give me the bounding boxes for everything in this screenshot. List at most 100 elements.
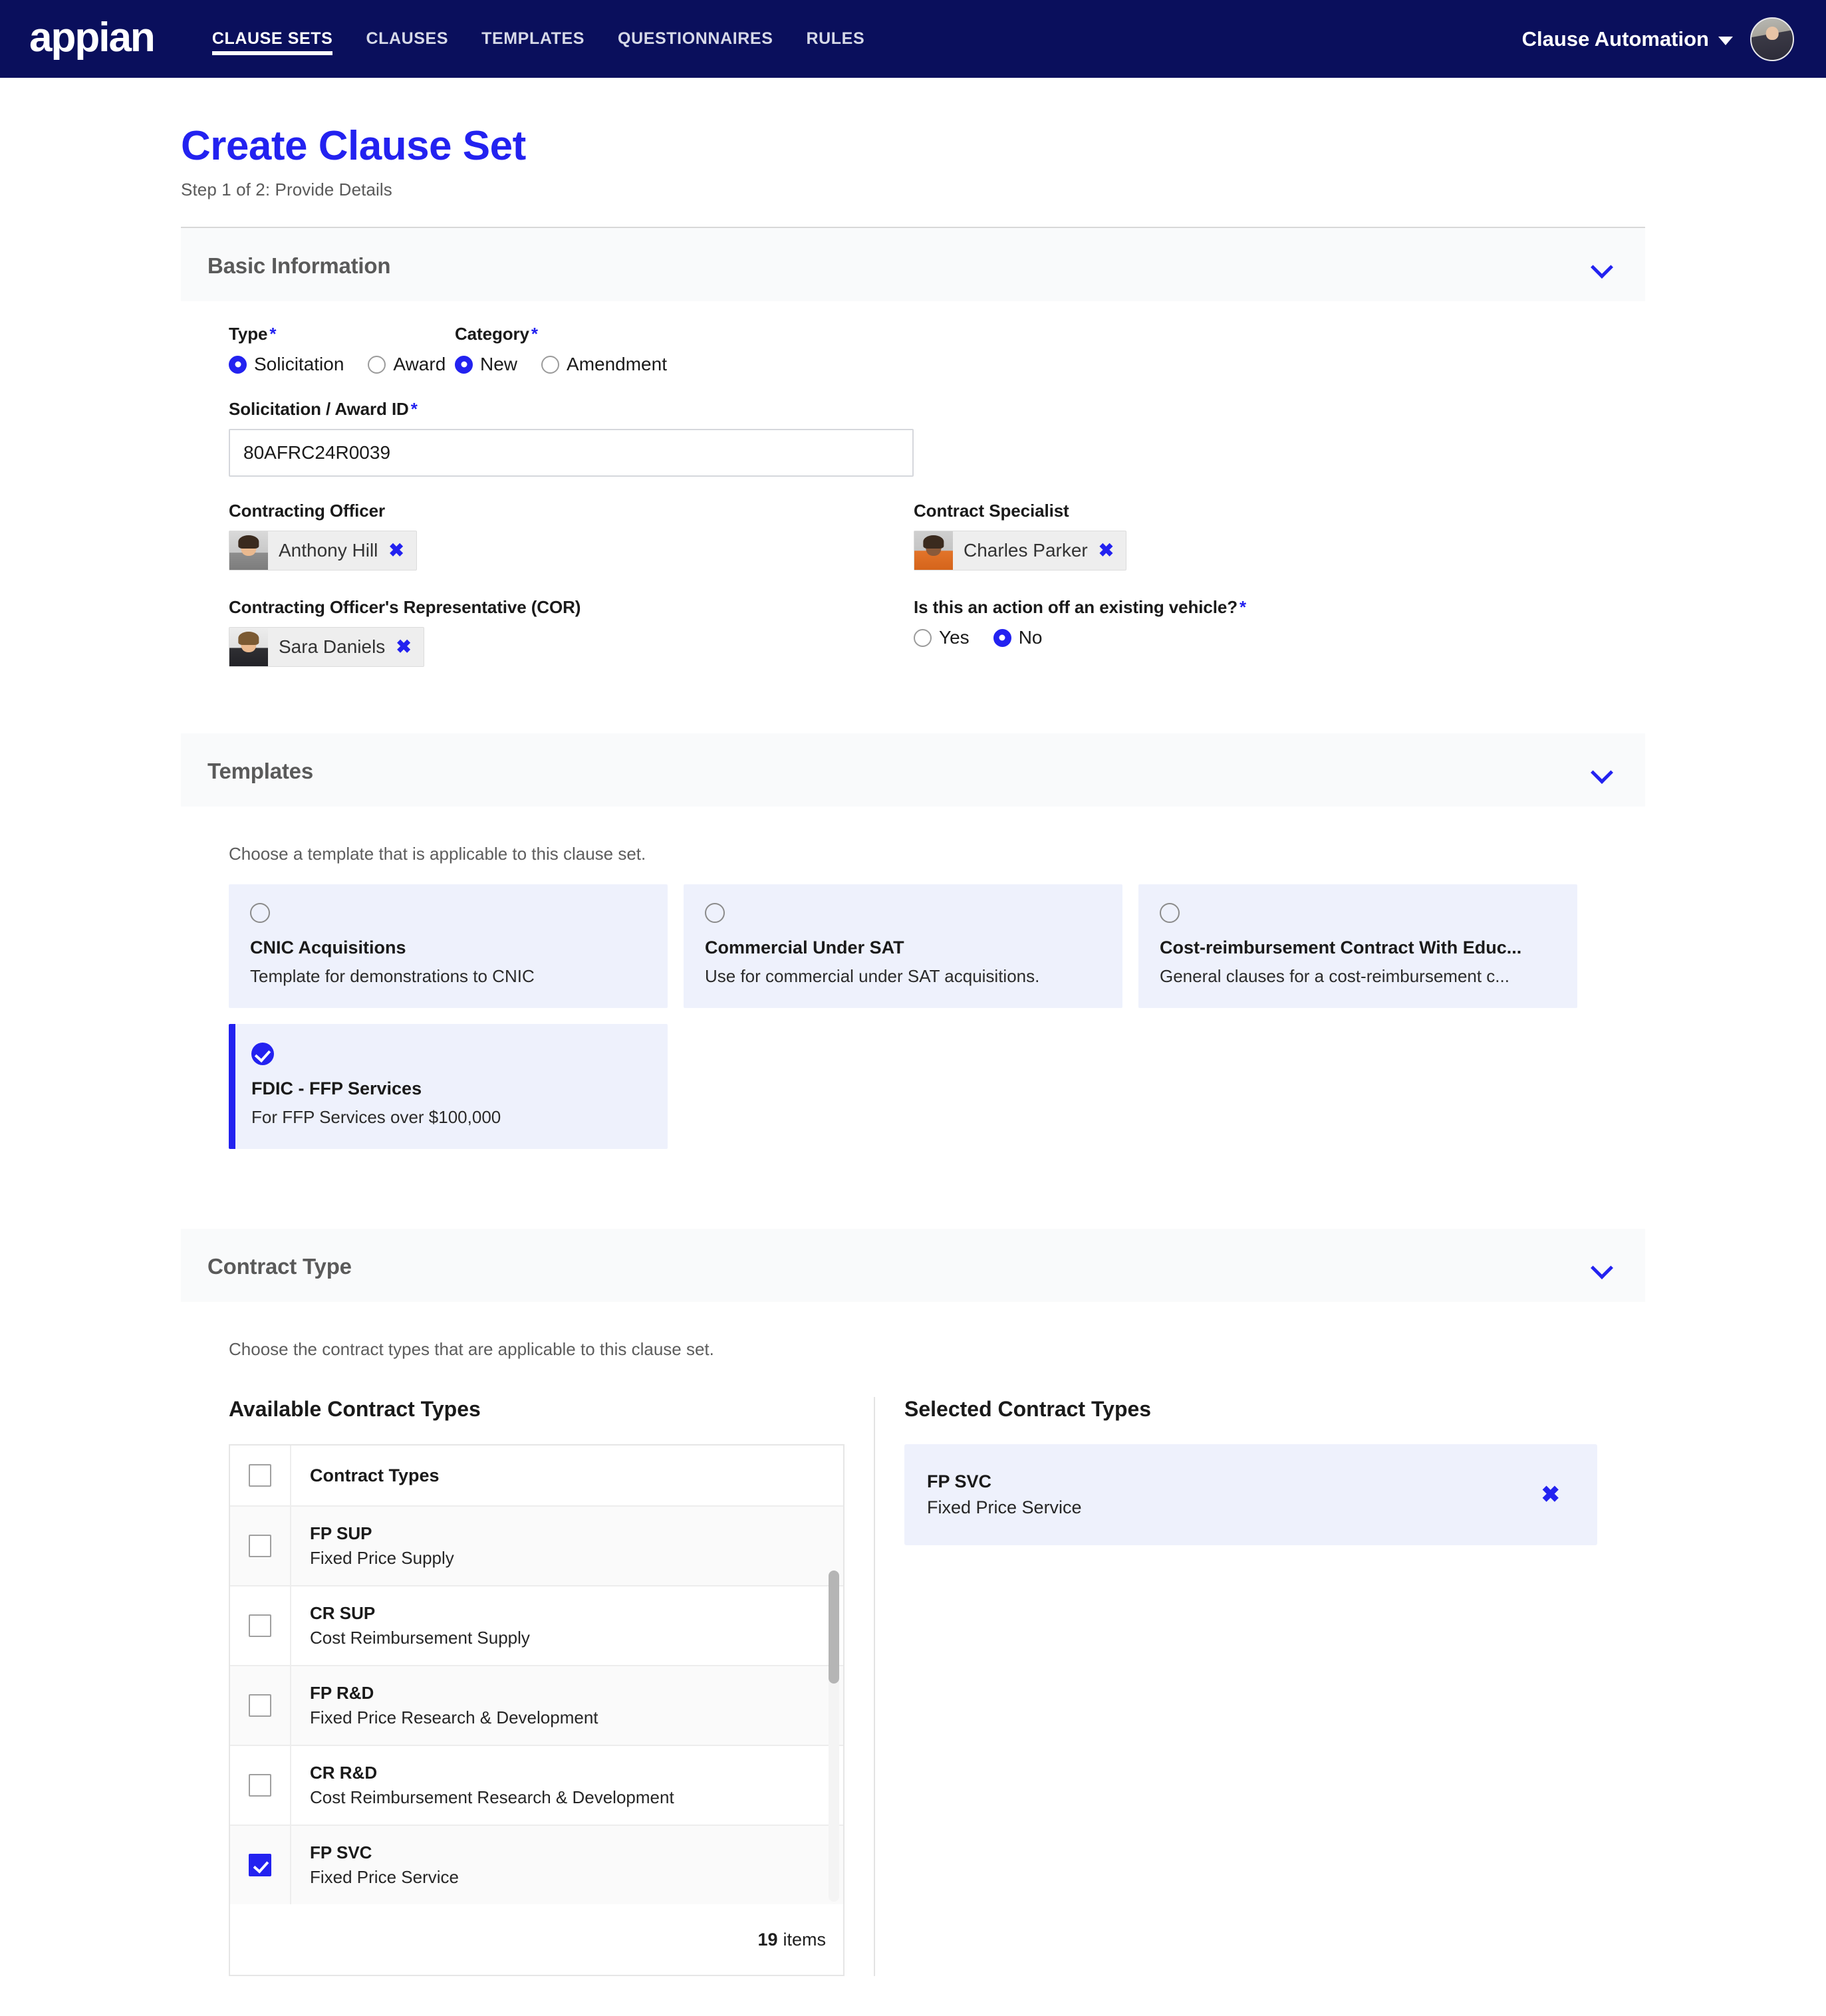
field-existing-vehicle: Is this an action off an existing vehicl… [914, 597, 1246, 670]
required-marker: * [531, 324, 538, 344]
radio-existing-vehicle-no[interactable]: No [993, 627, 1043, 648]
row-checkbox-cell[interactable] [230, 1507, 291, 1586]
cor-label: Contracting Officer's Representative (CO… [229, 597, 581, 618]
type-category-row: Type * Solicitation Award Category * New… [229, 324, 1597, 399]
contract-type-name: Cost Reimbursement Supply [310, 1628, 530, 1648]
contract-type-code: FP R&D [310, 1683, 374, 1703]
row-checkbox-cell[interactable] [230, 1746, 291, 1825]
select-all-checkbox[interactable] [249, 1464, 271, 1487]
table-row[interactable]: FP SUP Fixed Price Supply [230, 1507, 843, 1587]
item-count: 19 [757, 1929, 778, 1950]
check-circle-icon[interactable] [251, 1043, 274, 1066]
row-checkbox-cell[interactable] [230, 1666, 291, 1745]
contract-type-code: FP SUP [310, 1523, 372, 1544]
row-checkbox-cell[interactable] [230, 1586, 291, 1666]
contract-types-scroll-area[interactable]: FP SUP Fixed Price Supply CR SUP Cost Re… [230, 1507, 843, 1905]
templates-card-grid: CNIC Acquisitions Template for demonstra… [229, 884, 1597, 1150]
table-row[interactable]: CR SUP Cost Reimbursement Supply [230, 1586, 843, 1667]
nav-tab-questionnaires[interactable]: QUESTIONNAIRES [601, 0, 789, 78]
contract-type-name: Fixed Price Supply [310, 1548, 454, 1569]
basic-information-header[interactable]: Basic Information [181, 228, 1645, 302]
avatar[interactable] [1750, 17, 1794, 61]
table-row[interactable]: FP SVC Fixed Price Service [230, 1826, 843, 1905]
person-chip-cor[interactable]: Sara Daniels ✖ [229, 627, 424, 668]
radio-indicator[interactable] [368, 355, 386, 374]
basic-information-body: Type * Solicitation Award Category * New… [181, 301, 1645, 697]
template-card-fdic-ffp-services[interactable]: FDIC - FFP Services For FFP Services ove… [229, 1024, 668, 1150]
templates-header[interactable]: Templates [181, 733, 1645, 807]
contract-type-code: CR R&D [310, 1763, 378, 1783]
solicitation-id-input[interactable] [229, 429, 914, 477]
solicitation-id-label: Solicitation / Award ID * [229, 399, 1597, 420]
nav-tab-rules[interactable]: RULES [789, 0, 881, 78]
radio-label: No [1018, 627, 1043, 648]
radio-indicator[interactable] [914, 628, 932, 647]
table-row[interactable]: CR R&D Cost Reimbursement Research & Dev… [230, 1746, 843, 1827]
existing-vehicle-label: Is this an action off an existing vehicl… [914, 597, 1246, 618]
scrollbar-thumb[interactable] [829, 1571, 839, 1684]
contract-type-name: Fixed Price Service [310, 1867, 459, 1888]
radio-indicator[interactable] [455, 355, 473, 374]
contract-type-columns: Available Contract Types Contract Types [229, 1397, 1597, 1977]
person-chip-contract-specialist[interactable]: Charles Parker ✖ [914, 531, 1127, 571]
nav-tab-clauses[interactable]: CLAUSES [349, 0, 465, 78]
radio-category-new[interactable]: New [455, 354, 517, 375]
people-row-1: Contracting Officer Anthony Hill ✖ Contr… [229, 501, 1597, 573]
user-menu-label: Clause Automation [1521, 27, 1709, 51]
radio-existing-vehicle-yes[interactable]: Yes [914, 627, 970, 648]
templates-helper-text: Choose a template that is applicable to … [229, 844, 646, 864]
available-contract-types-table: Contract Types FP SUP Fixed Price Supply [229, 1444, 845, 1905]
row-checkbox[interactable] [249, 1535, 271, 1558]
row-checkbox[interactable] [249, 1694, 271, 1717]
field-cor: Contracting Officer's Representative (CO… [229, 597, 914, 670]
appian-logo[interactable]: appian [29, 17, 156, 59]
chevron-down-icon[interactable] [1591, 1255, 1613, 1278]
radio-indicator[interactable] [229, 355, 247, 374]
chevron-down-icon[interactable] [1591, 760, 1613, 783]
nav-tab-clause-sets[interactable]: CLAUSE SETS [196, 0, 350, 78]
field-contracting-officer: Contracting Officer Anthony Hill ✖ [229, 501, 914, 573]
nav-tab-templates[interactable]: TEMPLATES [465, 0, 601, 78]
template-card-cost-reimbursement[interactable]: Cost-reimbursement Contract With Educ...… [1138, 884, 1577, 1009]
field-contract-specialist: Contract Specialist Charles Parker ✖ [914, 501, 1127, 573]
close-icon[interactable]: ✖ [1099, 541, 1114, 560]
template-card-commercial-under-sat[interactable]: Commercial Under SAT Use for commercial … [684, 884, 1122, 1009]
radio-unselected-icon[interactable] [1160, 903, 1180, 924]
contract-specialist-label: Contract Specialist [914, 501, 1069, 521]
select-all-cell[interactable] [230, 1446, 291, 1506]
row-checkbox[interactable] [249, 1774, 271, 1797]
radio-indicator[interactable] [541, 355, 560, 374]
radio-type-solicitation[interactable]: Solicitation [229, 354, 344, 375]
contract-type-name: Cost Reimbursement Research & Developmen… [310, 1787, 674, 1808]
radio-unselected-icon[interactable] [250, 903, 270, 924]
row-checkbox[interactable] [249, 1854, 271, 1877]
contract-type-header[interactable]: Contract Type [181, 1229, 1645, 1303]
radio-type-award[interactable]: Award [368, 354, 446, 375]
close-icon[interactable]: ✖ [388, 541, 404, 560]
template-card-title: CNIC Acquisitions [250, 938, 406, 958]
row-text: FP R&D Fixed Price Research & Developmen… [291, 1672, 598, 1739]
close-icon[interactable]: ✖ [396, 638, 411, 656]
radio-label: Solicitation [254, 354, 344, 375]
template-card-cnic-acquisitions[interactable]: CNIC Acquisitions Template for demonstra… [229, 884, 668, 1009]
row-text: CR SUP Cost Reimbursement Supply [291, 1592, 530, 1659]
template-card-title: Commercial Under SAT [705, 938, 904, 958]
required-marker: * [410, 399, 418, 420]
template-card-description: Template for demonstrations to CNIC [250, 966, 535, 987]
page-title: Create Clause Set [181, 123, 526, 169]
section-templates: Templates Choose a template that is appl… [181, 733, 1645, 1192]
step-subtitle: Step 1 of 2: Provide Details [181, 180, 392, 200]
user-menu-button[interactable]: Clause Automation [1522, 27, 1733, 51]
table-row[interactable]: FP R&D Fixed Price Research & Developmen… [230, 1666, 843, 1747]
type-radio-group: Solicitation Award [229, 354, 455, 375]
chevron-down-icon[interactable] [1591, 255, 1613, 277]
radio-indicator[interactable] [993, 628, 1011, 647]
radio-unselected-icon[interactable] [705, 903, 725, 924]
person-chip-contracting-officer[interactable]: Anthony Hill ✖ [229, 531, 417, 571]
radio-category-amendment[interactable]: Amendment [541, 354, 667, 375]
section-basic-information: Basic Information Type * Solicitation Aw… [181, 228, 1645, 697]
row-checkbox-cell[interactable] [230, 1826, 291, 1905]
row-checkbox[interactable] [249, 1614, 271, 1638]
close-icon[interactable]: ✖ [1541, 1481, 1575, 1508]
available-contract-types-panel: Available Contract Types Contract Types [229, 1397, 874, 1977]
